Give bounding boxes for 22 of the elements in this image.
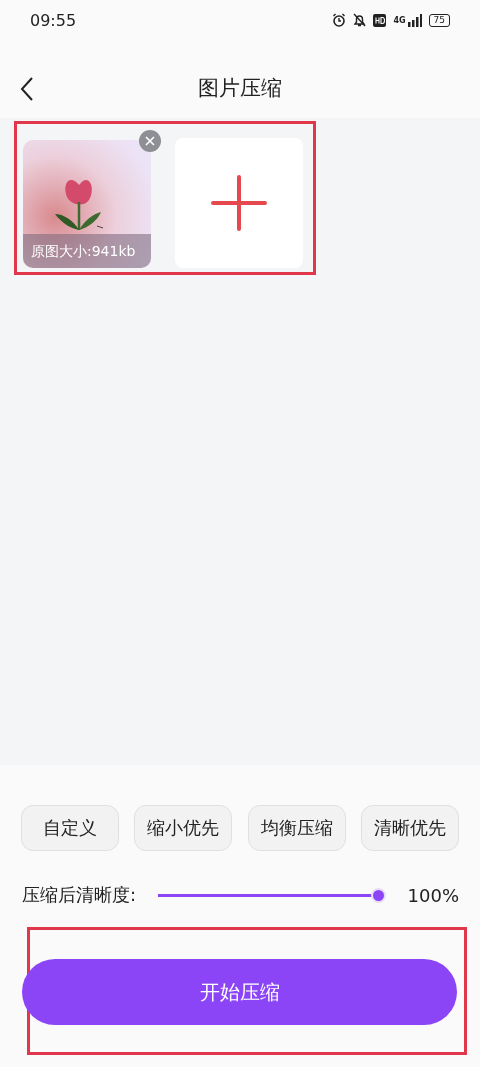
page-title: 图片压缩 xyxy=(198,75,282,102)
back-icon[interactable] xyxy=(20,76,34,102)
quality-value: 100% xyxy=(407,884,459,906)
image-size-caption: 原图大小:941kb xyxy=(23,234,151,268)
close-icon xyxy=(145,136,155,146)
bell-muted-icon xyxy=(353,13,367,27)
plus-icon xyxy=(211,175,267,231)
preset-button[interactable]: 均衡压缩 xyxy=(247,805,346,851)
preset-button[interactable]: 缩小优先 xyxy=(134,805,233,851)
battery-icon: 75 xyxy=(428,13,450,27)
signal-icon xyxy=(407,13,422,27)
quality-label: 压缩后清晰度: xyxy=(22,883,137,907)
quality-slider[interactable] xyxy=(156,886,388,904)
start-button[interactable]: 开始压缩 xyxy=(22,959,457,1025)
network-label: 4G xyxy=(393,15,406,25)
add-image-button[interactable] xyxy=(175,138,303,268)
preset-button[interactable]: 自定义 xyxy=(21,805,119,851)
preset-button[interactable]: 清晰优先 xyxy=(361,805,459,851)
status-time: 09:55 xyxy=(30,10,77,30)
remove-button[interactable] xyxy=(139,130,161,152)
hd-icon xyxy=(373,13,387,27)
alarm-icon xyxy=(332,13,347,27)
